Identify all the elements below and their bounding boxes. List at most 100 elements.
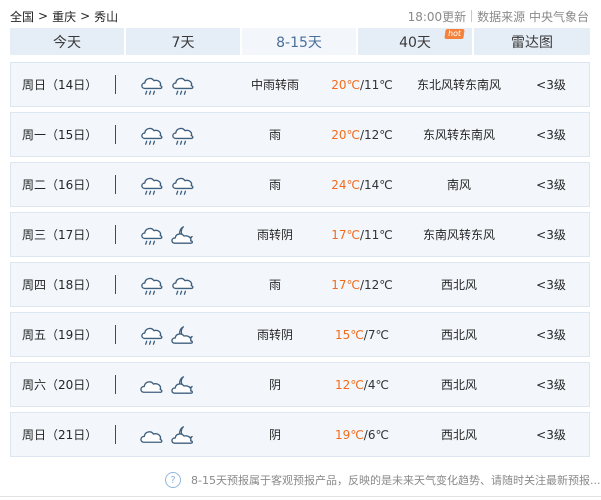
wind-level: <3级: [536, 428, 566, 442]
weather-icons: [138, 120, 198, 150]
rain-icon: [138, 172, 165, 199]
forecast-row: 周一（15日） 雨 20℃/12℃ 东风转东南风 <3级: [10, 112, 590, 157]
rain-icon: [138, 272, 165, 299]
wind-level: <3级: [536, 278, 566, 292]
wind-direction: 东风转东南风: [422, 128, 495, 142]
temp-low: /11℃: [359, 77, 393, 92]
temp-high: 17℃: [331, 277, 360, 292]
forecast-row: 周三（17日） 雨转阴 17℃/11℃ 东南风转东风 <3级: [10, 212, 590, 257]
forecast-day: 周日（21日）: [22, 428, 98, 442]
temperature: 17℃/12℃: [312, 263, 412, 306]
tab-label: 今天: [53, 34, 81, 51]
forecast-day: 周五（19日）: [22, 328, 98, 342]
row-divider: [115, 425, 116, 444]
row-divider: [115, 175, 116, 194]
forecast-day: 周二（16日）: [22, 178, 98, 192]
temp-low: /12℃: [359, 127, 393, 142]
breadcrumb: 全国 > 重庆 > 秀山: [10, 7, 118, 25]
breadcrumb-all[interactable]: 全国: [10, 8, 34, 25]
tab-label: 8-15天: [276, 34, 322, 51]
breadcrumb-province[interactable]: 重庆: [52, 8, 76, 25]
weather-icons: [138, 420, 198, 450]
forecast-row: 周五（19日） 雨转阴 15℃/7℃ 西北风 <3级: [10, 312, 590, 357]
weather-icons: [138, 70, 198, 100]
partly-cloudy-night-icon: [169, 222, 196, 249]
row-divider: [115, 325, 116, 344]
rain-icon: [169, 122, 196, 149]
temp-high: 20℃: [331, 77, 360, 92]
cloud-icon: [138, 422, 165, 449]
weather-icons: [138, 270, 198, 300]
forecast-disclaimer: ? 8-15天预报属于客观预报产品，反映的是未来天气变化趋势、请随时关注最新预报…: [165, 471, 601, 489]
cloud-icon: [138, 372, 165, 399]
tab-7-days[interactable]: 7天: [126, 28, 242, 55]
tab-today[interactable]: 今天: [10, 28, 126, 55]
temperature: 24℃/14℃: [312, 163, 412, 206]
temp-high: 19℃: [335, 427, 364, 442]
temp-low: /14℃: [359, 177, 393, 192]
data-source: 数据来源 中央气象台: [477, 9, 589, 24]
row-divider: [115, 225, 116, 244]
forecast-day: 周三（17日）: [22, 228, 98, 242]
temperature: 20℃/12℃: [312, 113, 412, 156]
wind-level: <3级: [536, 228, 566, 242]
temperature: 20℃/11℃: [312, 63, 412, 106]
rain-icon: [138, 122, 165, 149]
tab-8-15-days[interactable]: 8-15天: [242, 28, 358, 55]
rain-icon: [138, 72, 165, 99]
temperature: 17℃/11℃: [312, 213, 412, 256]
tab-radar[interactable]: 雷达图: [474, 28, 590, 55]
rain-icon: [138, 222, 165, 249]
temp-low: /11℃: [359, 227, 393, 242]
wind-level: <3级: [536, 378, 566, 392]
temp-high: 15℃: [335, 327, 364, 342]
tab-label: 7天: [171, 34, 195, 51]
temp-high: 17℃: [331, 227, 360, 242]
breadcrumb-city[interactable]: 秀山: [94, 8, 118, 25]
breadcrumb-separator: >: [38, 9, 49, 23]
temp-low: /7℃: [363, 327, 389, 342]
row-divider: [115, 375, 116, 394]
temp-low: /12℃: [359, 277, 393, 292]
weather-icons: [138, 220, 198, 250]
weather-icons: [138, 170, 198, 200]
breadcrumb-separator: >: [80, 9, 91, 23]
forecast-day: 周四（18日）: [22, 278, 98, 292]
forecast-row: 周二（16日） 雨 24℃/14℃ 南风 <3级: [10, 162, 590, 207]
partly-cloudy-night-icon: [169, 422, 196, 449]
help-icon[interactable]: ?: [165, 472, 181, 488]
partly-cloudy-night-icon: [169, 372, 196, 399]
tab-40-days[interactable]: 40天 hot: [358, 28, 474, 55]
wind-direction: 东北风转东南风: [416, 78, 501, 92]
forecast-tabs: 今天 7天 8-15天 40天 hot 雷达图: [10, 28, 590, 55]
temperature: 19℃/6℃: [312, 413, 412, 456]
wind-level: <3级: [536, 178, 566, 192]
tab-label: 雷达图: [511, 34, 553, 51]
partly-cloudy-night-icon: [169, 322, 196, 349]
update-info: 18:00更新 数据来源 中央气象台: [408, 7, 589, 25]
wind-level: <3级: [536, 78, 566, 92]
rain-icon: [138, 322, 165, 349]
weather-icons: [138, 370, 198, 400]
forecast-row: 周日（14日） 中雨转雨 20℃/11℃ 东北风转东南风 <3级: [10, 62, 590, 107]
forecast-row: 周日（21日） 阴 19℃/6℃ 西北风 <3级: [10, 412, 590, 457]
bottom-divider: [0, 496, 601, 497]
wind-direction: 西北风: [440, 328, 477, 342]
temperature: 12℃/4℃: [312, 363, 412, 406]
row-divider: [115, 125, 116, 144]
rain-icon: [169, 172, 196, 199]
rain-icon: [169, 72, 196, 99]
temp-high: 24℃: [331, 177, 360, 192]
tab-label: 40天: [399, 34, 431, 51]
wind-direction: 西北风: [440, 428, 477, 442]
hot-badge: hot: [444, 29, 465, 39]
row-divider: [115, 75, 116, 94]
row-divider: [115, 275, 116, 294]
wind-direction: 南风: [446, 178, 471, 192]
wind-direction: 东南风转东风: [422, 228, 495, 242]
forecast-day: 周六（20日）: [22, 378, 98, 392]
rain-icon: [169, 272, 196, 299]
temp-high: 20℃: [331, 127, 360, 142]
temperature: 15℃/7℃: [312, 313, 412, 356]
wind-direction: 西北风: [440, 378, 477, 392]
